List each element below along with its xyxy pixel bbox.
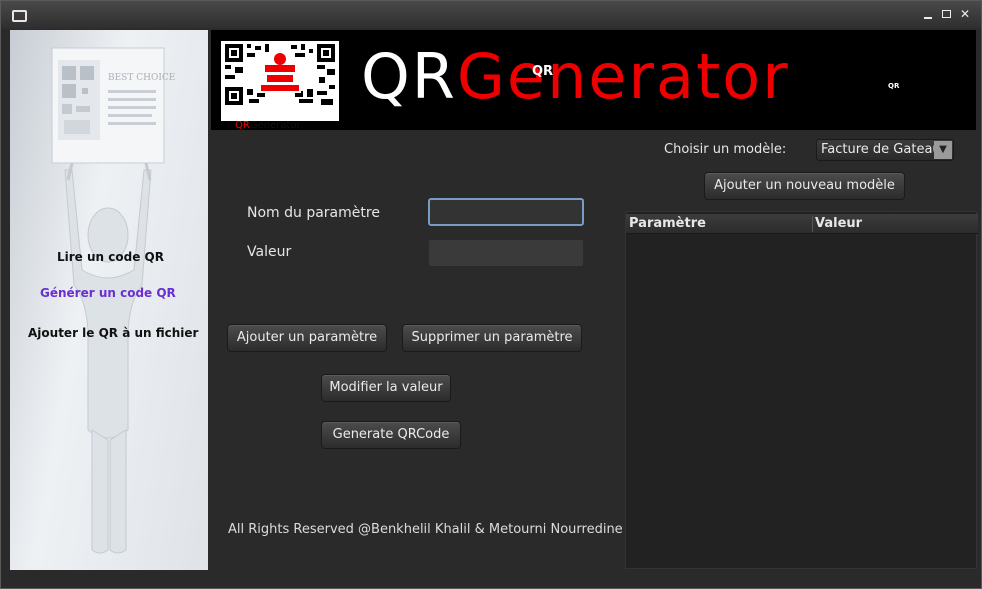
sidebar-illustration: BEST CHOICE bbox=[51, 47, 175, 554]
column-header-value[interactable]: Valeur bbox=[815, 216, 862, 231]
poster-text: BEST CHOICE bbox=[108, 73, 175, 83]
maximize-icon[interactable] bbox=[939, 7, 953, 21]
minimize-icon[interactable] bbox=[921, 7, 935, 21]
chevron-down-icon[interactable]: ▼ bbox=[934, 141, 952, 159]
window-icon bbox=[12, 10, 27, 22]
add-model-button[interactable]: Ajouter un nouveau modèle bbox=[704, 172, 905, 200]
qr-logo: QRGenerator bbox=[221, 41, 339, 130]
generate-qrcode-button[interactable]: Generate QRCode bbox=[321, 421, 461, 449]
param-name-label: Nom du paramètre bbox=[247, 205, 380, 221]
parameters-table[interactable]: Paramètre Valeur bbox=[625, 211, 978, 569]
param-name-field[interactable] bbox=[428, 198, 584, 226]
param-value-label: Valeur bbox=[247, 244, 292, 260]
sidebar-item-read-qr[interactable]: Lire un code QR bbox=[57, 250, 164, 264]
modify-value-button[interactable]: Modifier la valeur bbox=[321, 374, 451, 402]
sidebar-item-generate-qr[interactable]: Générer un code QR bbox=[40, 286, 176, 300]
qr-logo-caption: QRGenerator bbox=[235, 120, 301, 130]
sidebar-item-add-qr-to-file[interactable]: Ajouter le QR à un fichier bbox=[28, 326, 198, 340]
app-window: ✕ BEST CHOICE Lire un code QR Générer un… bbox=[0, 0, 982, 589]
qr-code-icon bbox=[225, 44, 335, 105]
banner-qr-dot: QR bbox=[888, 82, 900, 90]
table-header: Paramètre Valeur bbox=[626, 214, 978, 234]
param-value-field[interactable] bbox=[428, 239, 584, 267]
model-select[interactable]: Facture de Gateau ▼ bbox=[816, 139, 954, 161]
header-banner: QRGenerator QRGenerator QR QR bbox=[211, 30, 976, 130]
sidebar: BEST CHOICE Lire un code QR Générer un c… bbox=[10, 30, 208, 570]
app-title: QRGenerator bbox=[361, 40, 790, 113]
model-select-value: Facture de Gateau bbox=[821, 142, 941, 157]
title-bar[interactable]: ✕ bbox=[1, 1, 981, 29]
close-icon[interactable]: ✕ bbox=[958, 7, 972, 21]
model-label: Choisir un modèle: bbox=[664, 142, 787, 157]
delete-parameter-button[interactable]: Supprimer un paramètre bbox=[402, 324, 582, 352]
column-header-parameter[interactable]: Paramètre bbox=[629, 216, 706, 231]
footer-copyright: All Rights Reserved @Benkhelil Khalil & … bbox=[228, 522, 623, 537]
add-parameter-button[interactable]: Ajouter un paramètre bbox=[227, 324, 387, 352]
column-divider[interactable] bbox=[812, 216, 813, 232]
banner-qr-mark: QR bbox=[532, 64, 554, 79]
